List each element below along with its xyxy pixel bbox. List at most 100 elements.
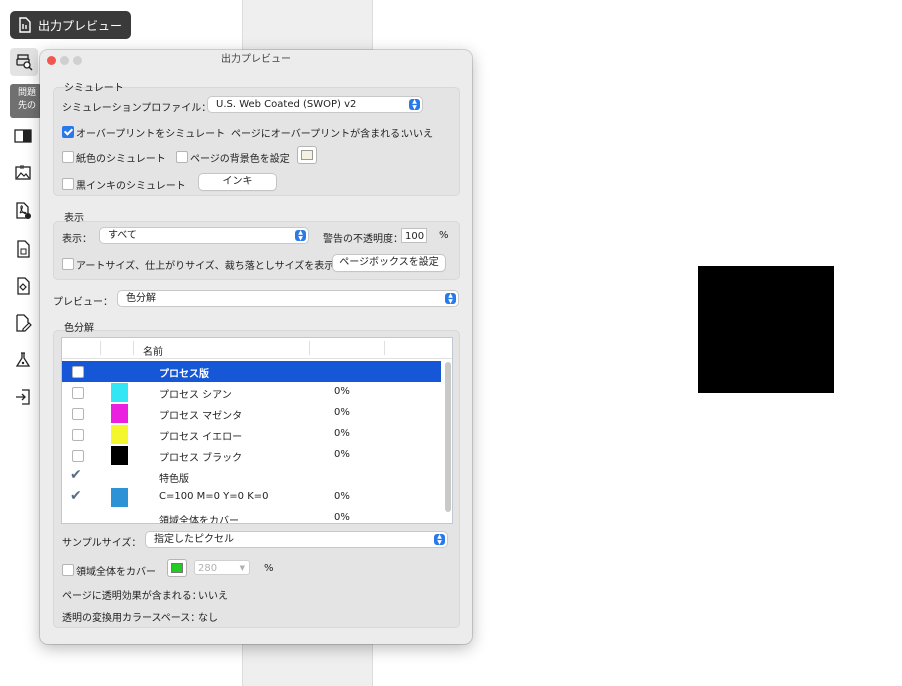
separation-row[interactable]: ✔ C=100 M=0 Y=0 K=0 0%: [62, 487, 441, 508]
chevron-updown-icon: ▲ ▼: [445, 293, 456, 304]
zoom-button[interactable]: [73, 56, 82, 65]
opacity-unit: %: [439, 230, 449, 241]
row-checkbox[interactable]: [72, 429, 84, 441]
color-swatch: [111, 383, 128, 402]
simulate-heading: シミュレート: [64, 83, 124, 94]
sample-size-label: サンプルサイズ：: [62, 538, 142, 549]
document-page-strip-top: [242, 0, 373, 52]
transparency-value: いいえ: [198, 591, 228, 602]
list-scrollbar[interactable]: [445, 362, 451, 512]
opacity-field[interactable]: 100: [401, 228, 427, 243]
preflight-icon[interactable]: [12, 275, 34, 297]
separation-row[interactable]: プロセス マゼンタ 0%: [62, 403, 441, 424]
import-icon[interactable]: [12, 386, 34, 408]
sample-size-value: 指定したピクセル: [154, 534, 234, 545]
image-flatten-icon[interactable]: [12, 162, 34, 184]
overprint-checkbox[interactable]: [62, 126, 74, 138]
coverage-value-field[interactable]: 280 ▼: [194, 560, 250, 575]
show-value: すべて: [108, 230, 137, 241]
separation-row[interactable]: プロセス版: [62, 361, 441, 382]
tooltip-line-2: 先の: [18, 101, 37, 111]
document-icon[interactable]: [12, 238, 34, 260]
panel-title: 出力プレビュー: [221, 54, 291, 65]
output-preview-panel: 出力プレビュー シミュレート シミュレーションプロファイル： U.S. Web …: [40, 50, 472, 644]
paper-color-label: 紙色のシミュレート: [76, 154, 166, 165]
pdf-export-icon[interactable]: [12, 200, 34, 222]
opacity-label: 警告の不透明度：: [323, 234, 403, 245]
close-button[interactable]: [47, 56, 56, 65]
black-ink-label: 黒インキのシミュレート: [76, 181, 186, 192]
separation-row[interactable]: 領域全体をカバー 0%: [62, 508, 441, 524]
coverage-value: 280: [198, 563, 218, 574]
separation-name: 領域全体をカバー: [159, 516, 239, 524]
panel-titlebar: 出力プレビュー: [40, 50, 472, 72]
flask-icon[interactable]: [12, 349, 34, 371]
check-mark-icon[interactable]: ✔: [70, 467, 82, 483]
separations-list[interactable]: 名前 プロセス版 プロセス シアン 0% プロセス マゼンタ 0% プロセス イ…: [61, 337, 453, 524]
check-mark-icon[interactable]: ✔: [70, 488, 82, 504]
separation-name: プロセス シアン: [159, 390, 232, 401]
preview-select[interactable]: 色分解 ▲ ▼: [118, 291, 458, 306]
chevron-updown-icon: ▲ ▼: [409, 99, 420, 110]
row-checkbox[interactable]: [72, 387, 84, 399]
coverage-color-well[interactable]: [167, 559, 187, 577]
simulation-profile-label: シミュレーションプロファイル：: [62, 103, 212, 114]
black-ink-checkbox[interactable]: [62, 178, 74, 190]
tooltip-peek: 問題 先の: [10, 84, 42, 118]
list-header: 名前: [62, 338, 452, 359]
simulation-profile-select[interactable]: U.S. Web Coated (SWOP) v2 ▲ ▼: [208, 97, 422, 112]
separation-percent: 0%: [334, 386, 350, 397]
coverage-label: 領域全体をカバー: [76, 567, 156, 578]
row-checkbox[interactable]: [72, 408, 84, 420]
output-preview-tool-tag[interactable]: 出力プレビュー: [10, 11, 131, 39]
sample-size-select[interactable]: 指定したピクセル ▲ ▼: [146, 532, 447, 547]
separation-row[interactable]: ✔ 特色版: [62, 466, 441, 487]
separation-row[interactable]: プロセス ブラック 0%: [62, 445, 441, 466]
coverage-checkbox[interactable]: [62, 564, 74, 576]
simulation-profile-value: U.S. Web Coated (SWOP) v2: [216, 99, 357, 110]
separation-name: プロセス イエロー: [159, 432, 243, 443]
separation-percent: 0%: [334, 428, 350, 439]
separation-percent: 0%: [334, 407, 350, 418]
page-overprint-value: いいえ: [403, 129, 433, 140]
transparency-label: ページに透明効果が含まれる：: [62, 591, 202, 602]
separation-name: C=100 M=0 Y=0 K=0: [159, 491, 269, 502]
edit-document-icon[interactable]: [12, 312, 34, 334]
document-page-strip-bottom: [242, 644, 373, 686]
output-preview-icon: [18, 17, 32, 33]
chevron-updown-icon: ▲ ▼: [295, 230, 306, 241]
row-checkbox[interactable]: [72, 450, 84, 462]
separation-percent: 0%: [334, 491, 350, 502]
color-swatch: [111, 425, 128, 444]
tooltip-line-1: 問題: [18, 88, 37, 98]
show-select[interactable]: すべて ▲ ▼: [100, 228, 308, 243]
page-bg-checkbox[interactable]: [176, 151, 188, 163]
display-heading: 表示: [64, 213, 84, 224]
separations-heading: 色分解: [64, 323, 94, 334]
minimize-button[interactable]: [60, 56, 69, 65]
overprint-label: オーバープリントをシミュレート: [76, 129, 226, 140]
separation-row[interactable]: プロセス シアン 0%: [62, 382, 441, 403]
show-label: 表示：: [62, 234, 92, 245]
document-black-square: [698, 266, 834, 393]
page-overprint-label: ページにオーバープリントが含まれる：: [231, 129, 411, 140]
output-preview-tool-label: 出力プレビュー: [38, 18, 123, 33]
chevron-down-icon: ▼: [239, 564, 245, 572]
paper-color-checkbox[interactable]: [62, 151, 74, 163]
separation-name: プロセス版: [159, 369, 209, 380]
print-preview-icon[interactable]: [10, 48, 38, 76]
row-checkbox[interactable]: [72, 366, 84, 378]
separation-percent: 0%: [334, 449, 350, 460]
separation-name: プロセス マゼンタ: [159, 411, 243, 422]
separation-row[interactable]: プロセス イエロー 0%: [62, 424, 441, 445]
color-swatch: [111, 446, 128, 465]
page-box-button[interactable]: ページボックスを設定: [333, 255, 445, 271]
color-swatch: [111, 488, 128, 507]
ink-button[interactable]: インキ: [199, 174, 276, 190]
page-bg-color-well[interactable]: [297, 146, 317, 164]
separations-icon[interactable]: [12, 125, 34, 147]
separation-name: 特色版: [159, 474, 189, 485]
art-size-label: アートサイズ、仕上がりサイズ、裁ち落としサイズを表示: [76, 261, 335, 272]
transparency-space-value: なし: [198, 613, 218, 624]
art-size-checkbox[interactable]: [62, 258, 74, 270]
